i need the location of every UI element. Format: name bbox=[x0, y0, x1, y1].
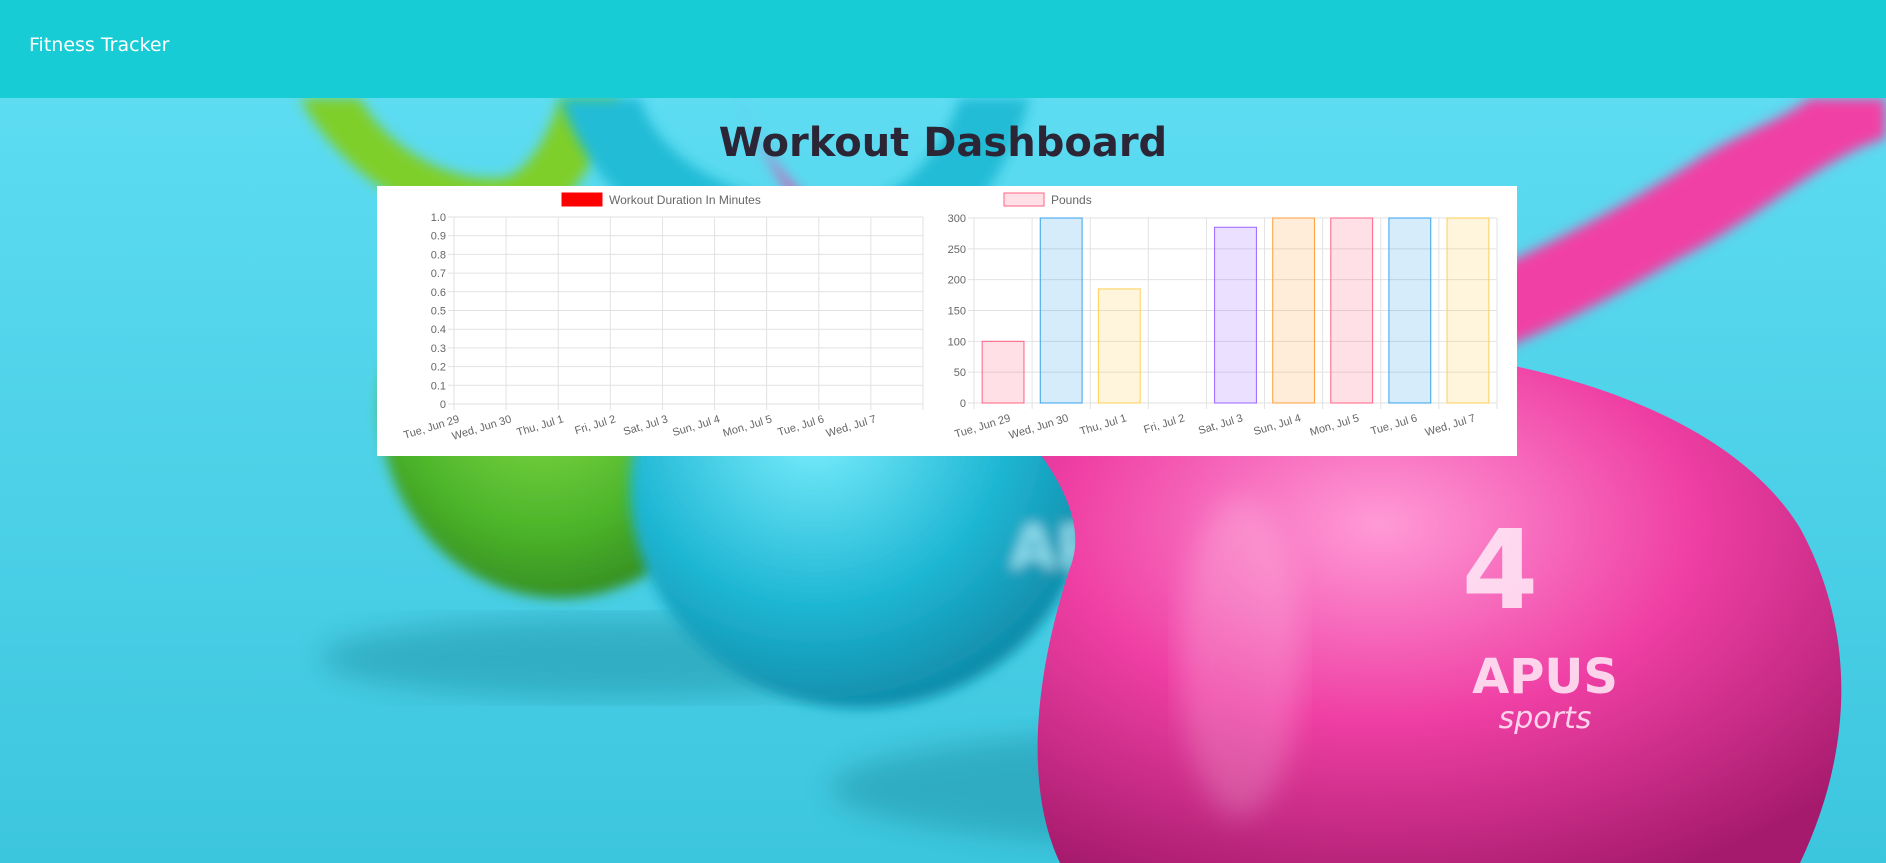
legend-swatch bbox=[561, 192, 603, 207]
legend-swatch bbox=[1003, 192, 1045, 207]
brand-subtext-graphic: sports bbox=[1499, 701, 1592, 736]
pounds-chart: Pounds050100150200250300Tue, Jun 29Wed, … bbox=[948, 192, 1498, 442]
y-tick-label: 0 bbox=[960, 398, 966, 410]
x-tick-label: Sun, Jul 4 bbox=[1252, 412, 1302, 438]
legend-label: Pounds bbox=[1051, 193, 1092, 207]
y-tick-label: 0.2 bbox=[431, 362, 446, 374]
x-tick-label: Sat, Jul 3 bbox=[1197, 412, 1244, 437]
x-tick-label: Thu, Jul 1 bbox=[1078, 412, 1128, 438]
x-tick-label: Mon, Jul 5 bbox=[1309, 412, 1361, 438]
x-tick-label: Fri, Jul 2 bbox=[1142, 412, 1186, 436]
y-tick-label: 0.3 bbox=[431, 343, 446, 355]
bar-wed-jun-30 bbox=[1039, 217, 1083, 404]
x-tick-label: Wed, Jul 7 bbox=[1424, 412, 1477, 439]
page-title: Workout Dashboard bbox=[718, 120, 1168, 166]
bar-sun-jul-4 bbox=[1272, 217, 1316, 404]
y-tick-label: 1.0 bbox=[431, 212, 446, 224]
x-tick-label: Sun, Jul 4 bbox=[671, 413, 721, 439]
duration-chart: Workout Duration In Minutes 0 0.1 0.2 0.3 0.4… bbox=[402, 192, 924, 443]
x-tick-label: Tue, Jul 6 bbox=[776, 413, 825, 438]
bar-tue-jul-6 bbox=[1388, 217, 1432, 404]
y-tick-label: 0.1 bbox=[431, 380, 446, 392]
bar-mon-jul-5 bbox=[1330, 217, 1374, 404]
brand-text-graphic: APUS bbox=[1472, 649, 1618, 705]
y-tick-label: 0.7 bbox=[431, 268, 446, 280]
y-tick-label: 50 bbox=[954, 367, 966, 379]
y-tick-label: 150 bbox=[948, 306, 966, 318]
y-tick-label: 0.5 bbox=[431, 306, 446, 318]
y-tick-label: 0.4 bbox=[431, 324, 446, 336]
x-tick-label: Wed, Jul 7 bbox=[825, 413, 878, 440]
x-tick-label: Tue, Jul 6 bbox=[1369, 412, 1418, 437]
x-tick-label: Mon, Jul 5 bbox=[722, 413, 774, 439]
y-tick-label: 0 bbox=[440, 399, 446, 411]
x-tick-label: Thu, Jul 1 bbox=[515, 413, 565, 439]
bar-sat-jul-3 bbox=[1214, 226, 1257, 404]
weight-label-graphic: 4 bbox=[1462, 506, 1539, 634]
y-tick-label: 0.9 bbox=[431, 231, 446, 243]
charts-panel: Workout Duration In Minutes 0 0.1 0.2 0.3 0.4… bbox=[377, 186, 1517, 456]
y-tick-label: 200 bbox=[948, 275, 966, 287]
bar-thu-jul-1 bbox=[1097, 288, 1141, 404]
x-tick-label: Wed, Jun 30 bbox=[451, 413, 513, 442]
y-tick-label: 0.6 bbox=[431, 287, 446, 299]
y-tick-label: 100 bbox=[948, 336, 966, 348]
bar-tue-jun-29 bbox=[981, 340, 1025, 404]
navbar: Fitness Tracker bbox=[0, 0, 1886, 98]
x-tick-label: Sat, Jul 3 bbox=[622, 413, 669, 438]
bar-wed-jul-7 bbox=[1446, 217, 1490, 404]
x-tick-label: Wed, Jun 30 bbox=[1008, 412, 1070, 441]
y-tick-label: 250 bbox=[948, 244, 966, 256]
x-tick-label: Tue, Jun 29 bbox=[953, 412, 1012, 440]
brand-link[interactable]: Fitness Tracker bbox=[29, 34, 169, 56]
legend-label: Workout Duration In Minutes bbox=[609, 193, 761, 207]
y-tick-label: 0.8 bbox=[431, 249, 446, 261]
x-tick-label: Fri, Jul 2 bbox=[573, 413, 617, 437]
y-tick-label: 300 bbox=[948, 213, 966, 225]
